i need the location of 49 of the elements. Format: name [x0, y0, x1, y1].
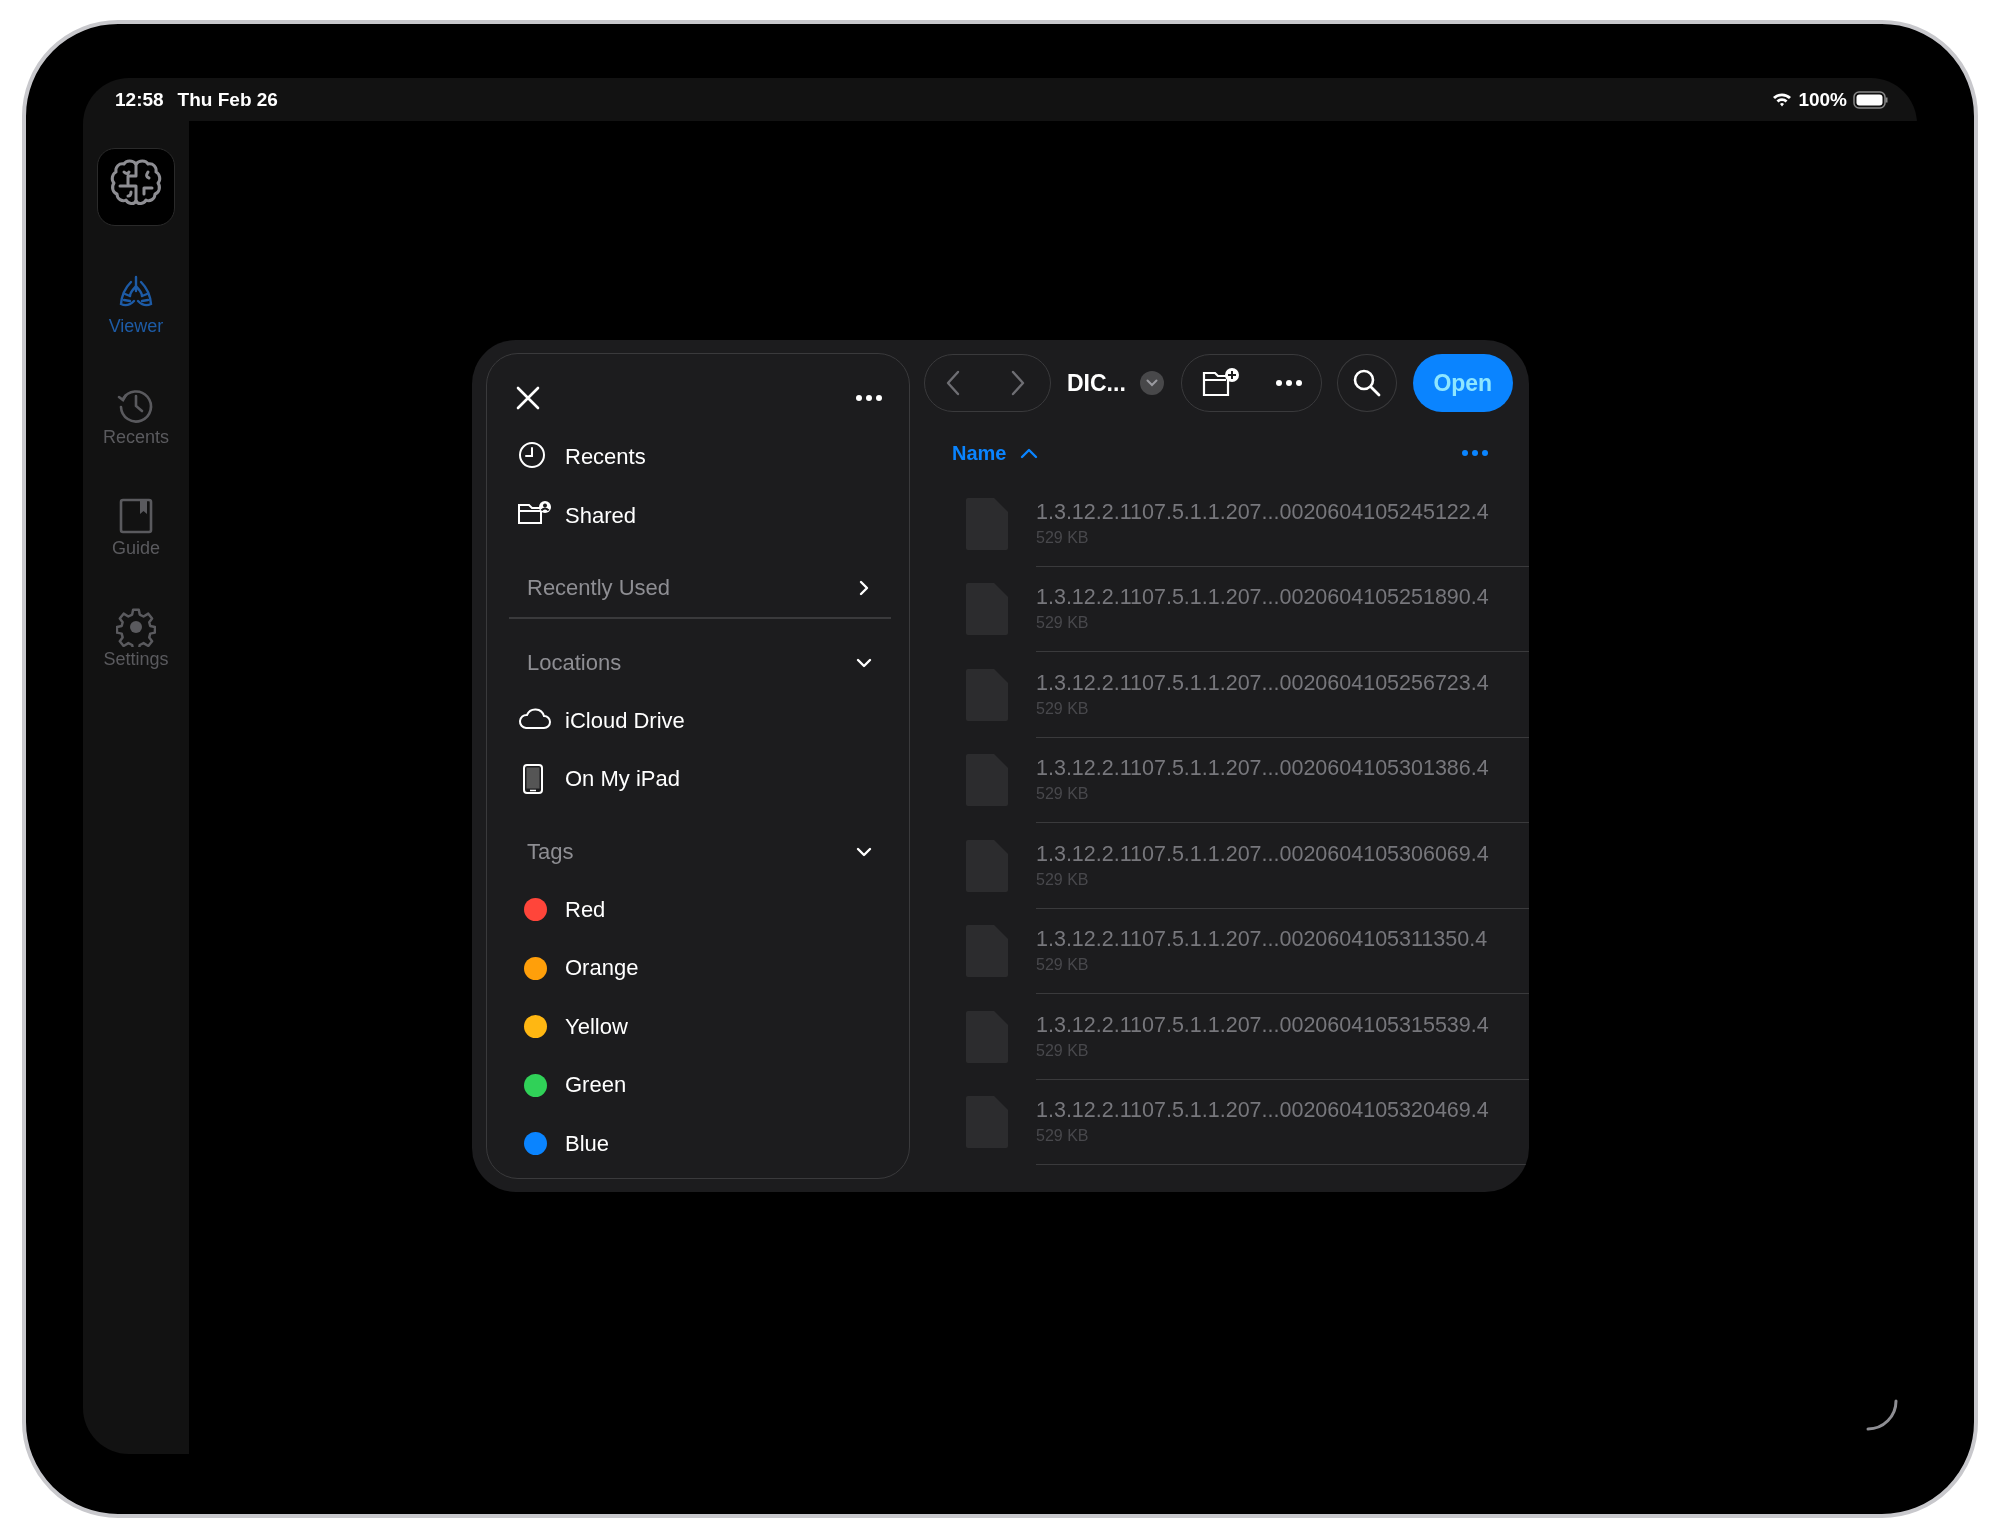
- sidebar-item[interactable]: Recents: [505, 428, 891, 487]
- rail-tab[interactable]: Settings: [103, 607, 169, 670]
- rail-tab[interactable]: Recents: [102, 385, 169, 448]
- file-name: 1.3.12.2.1107.5.1.1.207...0020604105256723.4: [1036, 670, 1490, 696]
- open-button[interactable]: Open: [1412, 354, 1513, 412]
- battery-icon: [1853, 90, 1889, 109]
- more-icon: [1461, 449, 1489, 457]
- sidebar-item[interactable]: Shared: [505, 486, 891, 545]
- file-name: 1.3.12.2.1107.5.1.1.207...0020604105301386.4: [1036, 756, 1490, 782]
- sidebar-item[interactable]: Orange: [505, 939, 891, 998]
- rail-label: Recents: [102, 427, 169, 448]
- sidebar-item[interactable]: Green: [505, 1056, 891, 1115]
- file-name: 1.3.12.2.1107.5.1.1.207...0020604105306069.4: [1036, 841, 1490, 867]
- chevron-right-icon: [1010, 370, 1026, 396]
- battery-percent: 100%: [1798, 88, 1847, 111]
- rail-tab[interactable]: Viewer: [108, 274, 164, 337]
- status-date: Thu Feb 26: [177, 88, 278, 111]
- rail-tab[interactable]: Guide: [111, 496, 160, 559]
- file-name: 1.3.12.2.1107.5.1.1.207...0020604105320469.4: [1036, 1098, 1490, 1124]
- sidebar-item[interactable]: Red: [505, 880, 891, 939]
- search-icon: [1351, 368, 1382, 398]
- sidebar-item[interactable]: On My iPad: [505, 750, 891, 809]
- chevron-down-icon: [1145, 379, 1158, 387]
- sidebar-item[interactable]: Yellow: [505, 997, 891, 1056]
- section-header[interactable]: Recently Used: [505, 559, 891, 617]
- chevron-left-icon: [945, 370, 961, 396]
- more-icon: [855, 394, 883, 402]
- file-name: 1.3.12.2.1107.5.1.1.207...0020604105251890.4: [1036, 585, 1490, 611]
- status-time: 12:58: [115, 88, 164, 111]
- rail-label: Settings: [103, 649, 169, 670]
- rail-label: Viewer: [108, 316, 164, 337]
- wifi-icon: [1772, 92, 1793, 107]
- sidebar-item[interactable]: iCloud Drive: [505, 691, 891, 750]
- file-name: 1.3.12.2.1107.5.1.1.207...0020604105315539.4: [1036, 1012, 1490, 1038]
- sidebar-item[interactable]: Blue: [505, 1114, 891, 1173]
- more-icon: [1274, 379, 1303, 387]
- section-header[interactable]: Tags: [505, 822, 891, 881]
- folder-menu-button[interactable]: [1139, 371, 1164, 395]
- settings-icon: [116, 607, 156, 647]
- file-name: 1.3.12.2.1107.5.1.1.207...0020604105311350.4: [1036, 927, 1489, 953]
- corner-arc-icon: [1865, 1398, 1899, 1432]
- file-name: 1.3.12.2.1107.5.1.1.207...0020604105245122.4: [1036, 499, 1490, 525]
- new-folder-icon: [1201, 367, 1242, 399]
- sort-button[interactable]: Name: [952, 441, 1039, 465]
- rail-label: Guide: [111, 538, 160, 559]
- section-header[interactable]: Locations: [505, 633, 891, 692]
- folder-title[interactable]: DIC...: [1067, 369, 1126, 397]
- close-icon: [515, 385, 541, 411]
- app-icon[interactable]: [97, 148, 175, 226]
